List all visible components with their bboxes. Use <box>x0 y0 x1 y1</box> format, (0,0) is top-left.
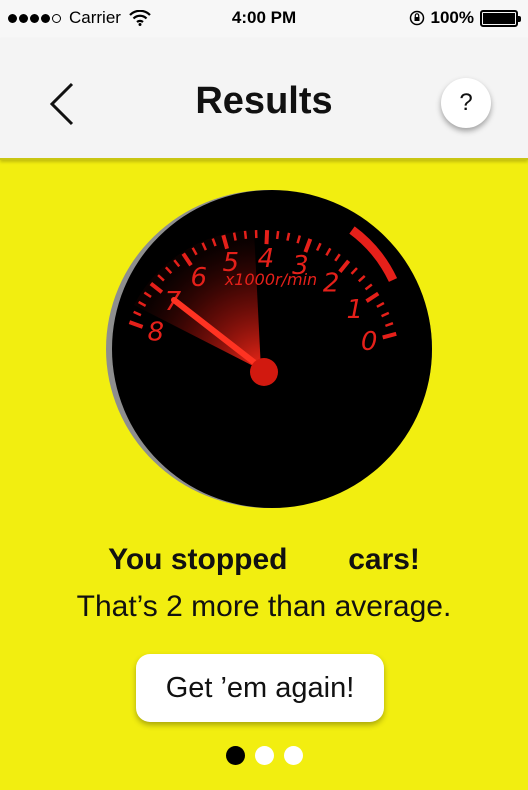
needle-hub <box>250 358 278 386</box>
battery-percent: 100% <box>430 8 474 27</box>
gauge-tick-mark <box>264 230 270 245</box>
page-dot[interactable] <box>225 746 245 765</box>
gauge-tick-label: 1 <box>347 295 364 325</box>
orientation-lock-icon <box>409 10 424 26</box>
help-button[interactable]: ? <box>441 78 491 128</box>
status-right: 100% <box>409 8 521 28</box>
nav-bar: Results ? <box>0 38 528 160</box>
gauge-tick-label: 8 <box>147 318 164 348</box>
result-prefix: You stopped <box>108 543 288 576</box>
gauge-tick-mark <box>286 232 291 241</box>
gauge-tick-mark <box>243 230 248 240</box>
result-comparison: That’s 2 more than average. <box>76 590 452 623</box>
gauge-tick-label: 0 <box>361 327 378 357</box>
status-bar: Carrier 4:00 PM 100% <box>0 0 528 38</box>
battery-icon <box>480 9 521 27</box>
gauge-face <box>112 190 432 508</box>
result-headline: You stopped cars! <box>0 543 528 577</box>
play-again-button[interactable]: Get ’em again! <box>136 654 384 722</box>
gauge-tick-label: 4 <box>258 244 275 274</box>
page-indicator[interactable] <box>0 746 528 765</box>
gauge-tick-label: 2 <box>323 269 340 299</box>
gauge-tick-mark <box>275 230 280 240</box>
gauge-tick-label: 5 <box>223 248 240 278</box>
page-dot[interactable] <box>254 746 274 765</box>
gauge-tick-mark <box>232 232 237 241</box>
page-dot[interactable] <box>283 746 303 765</box>
gauge-tick-label: 3 <box>292 251 309 281</box>
result-suffix: cars! <box>348 543 420 576</box>
tachometer-gauge: x1000r/min 012345678 <box>106 190 432 508</box>
gauge-tick-label: 6 <box>191 263 208 293</box>
